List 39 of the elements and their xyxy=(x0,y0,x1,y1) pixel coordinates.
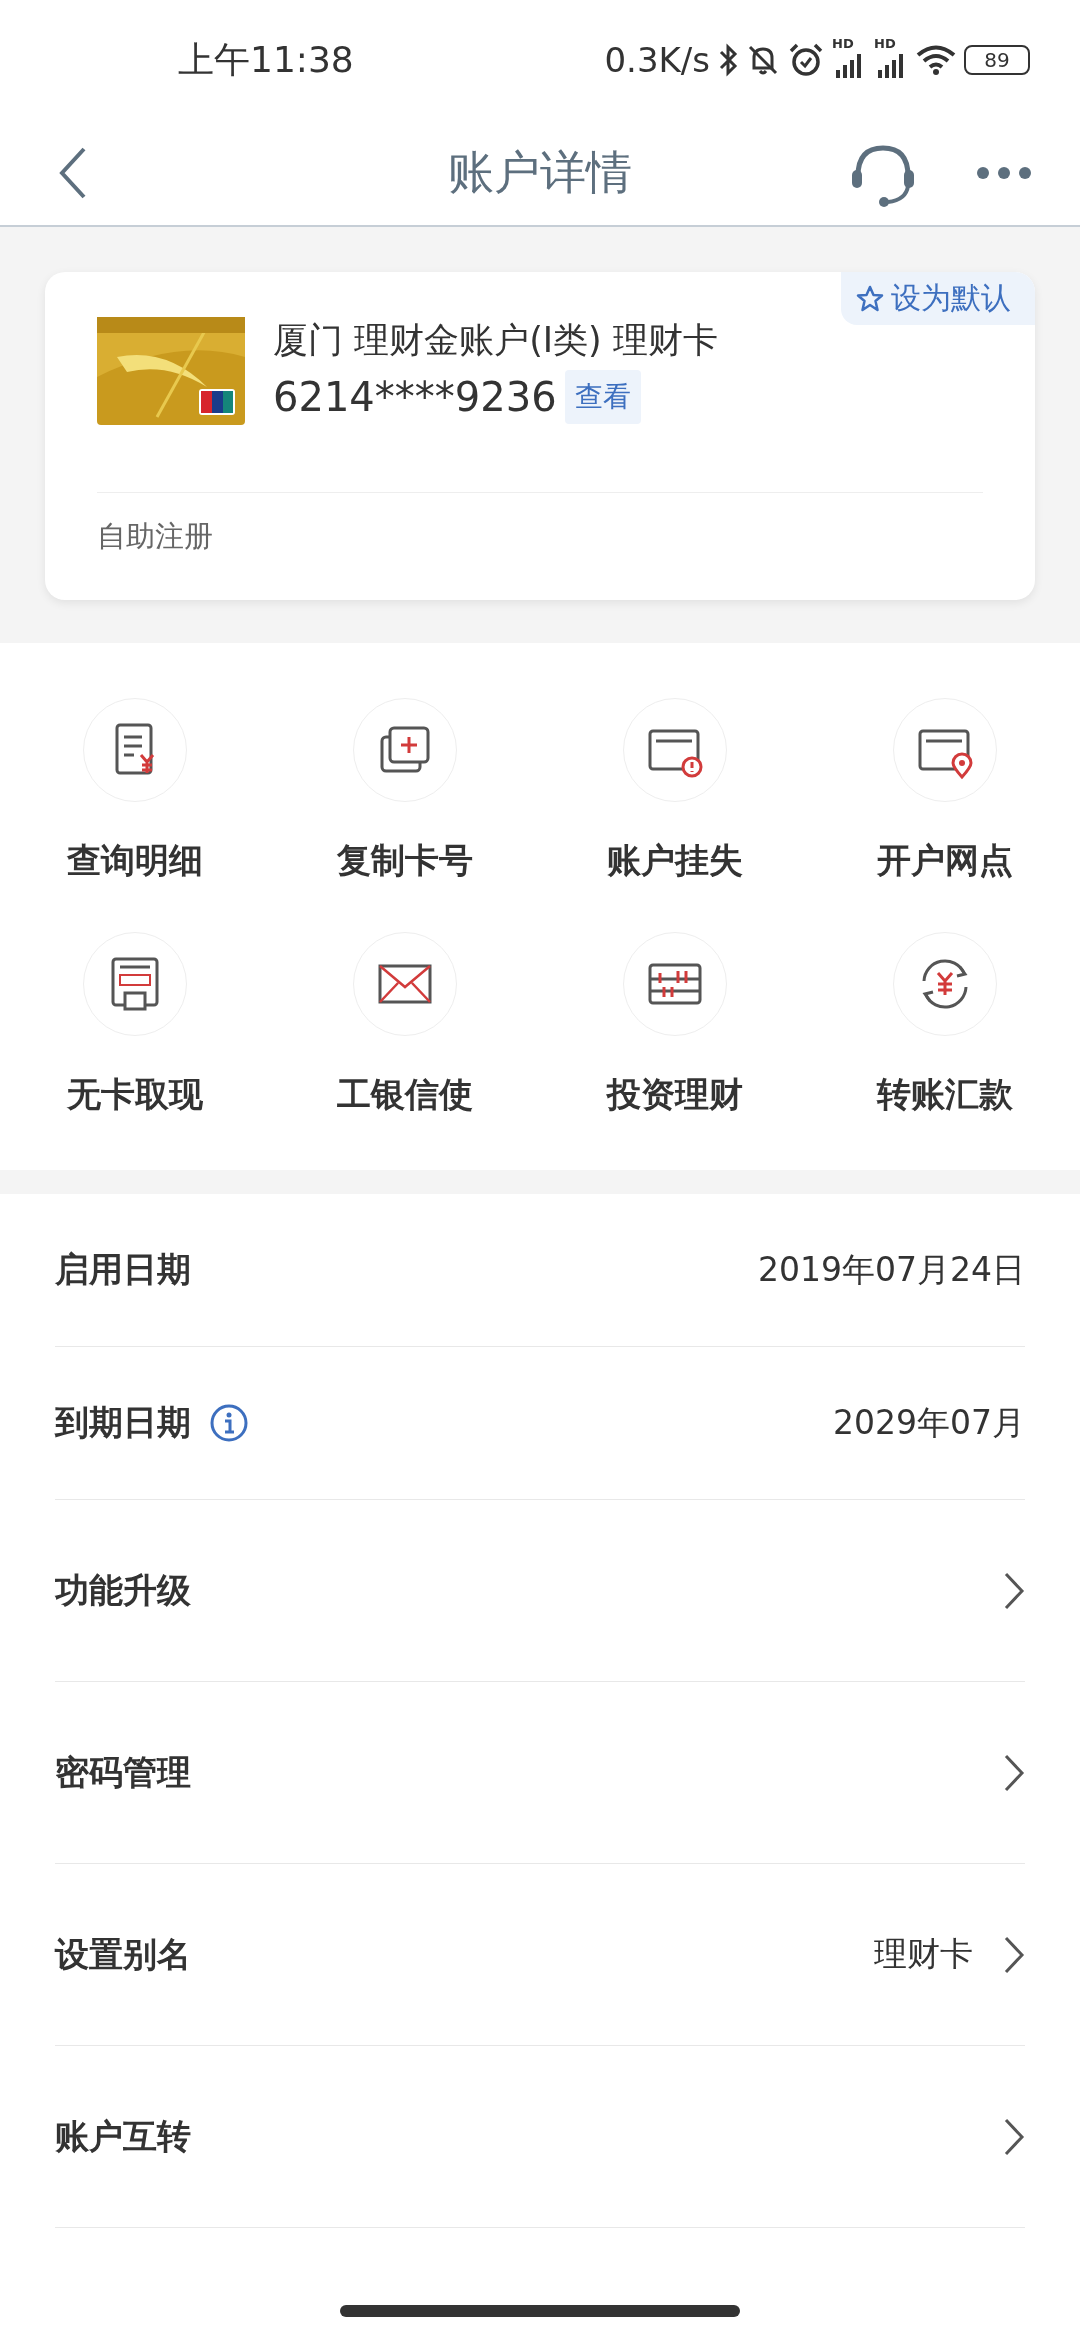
card-number: 6214****9236 xyxy=(273,374,557,420)
chevron-icon[interactable] xyxy=(1003,1934,1025,1975)
action-button[interactable]: 复制卡号 xyxy=(270,698,540,884)
view-button[interactable]: 查看 xyxy=(564,370,641,424)
detail-label: 账户互转 xyxy=(55,2114,191,2158)
action-button[interactable]: 转账汇款 xyxy=(810,932,1080,1118)
more-icon[interactable] xyxy=(976,165,1032,180)
detail-label: 密码管理 xyxy=(55,1750,191,1794)
action-button[interactable]: 工银信使 xyxy=(270,932,540,1118)
card-alert-icon xyxy=(623,698,727,802)
wifi-icon xyxy=(916,44,956,76)
muted-bell-icon xyxy=(746,43,780,77)
detail-value: 理财卡 xyxy=(874,1933,973,1975)
star-icon xyxy=(855,283,885,314)
battery-icon: 89 xyxy=(964,45,1030,75)
action-button[interactable]: 无卡取现 xyxy=(0,932,270,1118)
action-button[interactable]: 开户网点 xyxy=(810,698,1080,884)
action-button[interactable]: 查询明细 xyxy=(0,698,270,884)
chevron-icon[interactable] xyxy=(1003,1570,1025,1611)
detail-value: 2029年07月 xyxy=(833,1401,1025,1444)
detail-label: 设置别名 xyxy=(55,1932,191,1976)
bluetooth-icon xyxy=(718,43,738,77)
network-speed: 0.3K/s xyxy=(604,40,710,80)
chevron-icon[interactable] xyxy=(1003,2116,1025,2157)
action-button[interactable]: 投资理财 xyxy=(540,932,810,1118)
detail-label: 功能升级 xyxy=(55,1568,191,1612)
detail-value: 2019年07月24日 xyxy=(758,1248,1025,1291)
info-icon[interactable] xyxy=(209,1403,249,1443)
registration-note: 自助注册 xyxy=(97,519,213,553)
page-title: 账户详情 xyxy=(448,143,632,201)
back-icon[interactable] xyxy=(58,145,88,200)
chevron-icon[interactable] xyxy=(1003,1752,1025,1793)
status-time: 上午11:38 xyxy=(178,37,354,82)
card-name: 厦门 理财金账户(I类) 理财卡 xyxy=(273,319,718,362)
detail-label: 启用日期 xyxy=(55,1248,191,1291)
alarm-icon xyxy=(788,42,824,78)
set-default-button[interactable]: 设为默认 xyxy=(841,272,1035,325)
action-button[interactable]: 账户挂失 xyxy=(540,698,810,884)
detail-label: 到期日期 xyxy=(55,1401,191,1444)
